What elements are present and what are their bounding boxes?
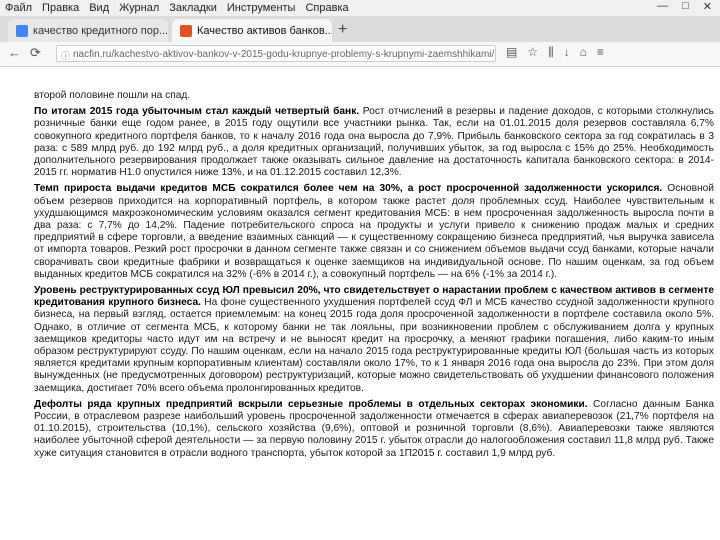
menu-history[interactable]: Журнал (114, 2, 164, 14)
paragraph: Дефолты ряда крупных предприятий вскрыли… (34, 398, 714, 459)
menu-edit[interactable]: Правка (37, 2, 84, 14)
menu-bookmarks[interactable]: Закладки (164, 2, 222, 14)
new-tab-button[interactable]: + (338, 21, 347, 39)
menu-file[interactable]: Файл (0, 2, 37, 14)
google-icon (16, 24, 28, 37)
tab-active-article[interactable]: Качество активов банков... ✕ (172, 19, 332, 42)
menu-icon[interactable]: ≡ (597, 45, 604, 60)
download-icon[interactable]: ↓ (564, 45, 570, 60)
url-text: nacfin.ru/kachestvo-aktivov-bankov-v-201… (73, 49, 495, 60)
tab-bar: качество кредитного пор... ✕ Качество ак… (0, 16, 720, 42)
info-icon: ⓘ (61, 51, 71, 61)
paragraph: второй половине пошли на спад. (34, 90, 191, 101)
tab-title: Качество активов банков... (197, 24, 332, 37)
paragraph: По итогам 2015 года убыточным стал кажды… (34, 106, 714, 179)
article-body: второй половине пошли на спад. По итогам… (34, 90, 714, 464)
address-bar[interactable]: ⓘ nacfin.ru/kachestvo-aktivov-bankov-v-2… (56, 45, 496, 62)
home-icon[interactable]: ⌂ (580, 45, 587, 60)
library-icon[interactable]: ⫼ (548, 45, 554, 60)
paragraph: Темп прироста выдачи кредитов МСБ сократ… (34, 183, 714, 280)
tab-title: качество кредитного пор... (33, 24, 168, 37)
maximize-button[interactable]: □ (682, 0, 689, 16)
toolbar-icons: ▤ ☆ ⫼ ↓ ⌂ ≡ (506, 45, 604, 60)
back-arrow-icon[interactable]: ← (8, 45, 21, 60)
navigation-bar: ← ⟳ ⓘ nacfin.ru/kachestvo-aktivov-bankov… (0, 42, 720, 67)
menu-tools[interactable]: Инструменты (222, 2, 301, 14)
reload-icon[interactable]: ⟳ (30, 45, 41, 61)
menu-bar: Файл Правка Вид Журнал Закладки Инструме… (0, 0, 720, 16)
reader-view-icon[interactable]: ▤ (506, 45, 517, 60)
menu-view[interactable]: Вид (84, 2, 114, 14)
bookmark-star-icon[interactable]: ☆ (527, 45, 538, 60)
menu-help[interactable]: Справка (300, 2, 353, 14)
paragraph: Уровень реструктурированных ссуд ЮЛ прев… (34, 285, 714, 394)
minimize-button[interactable]: — (657, 0, 668, 16)
tab-google-search[interactable]: качество кредитного пор... ✕ (8, 19, 168, 42)
window-controls: — □ ✕ (657, 0, 712, 16)
site-favicon-icon (180, 24, 192, 37)
close-window-button[interactable]: ✕ (703, 0, 712, 16)
